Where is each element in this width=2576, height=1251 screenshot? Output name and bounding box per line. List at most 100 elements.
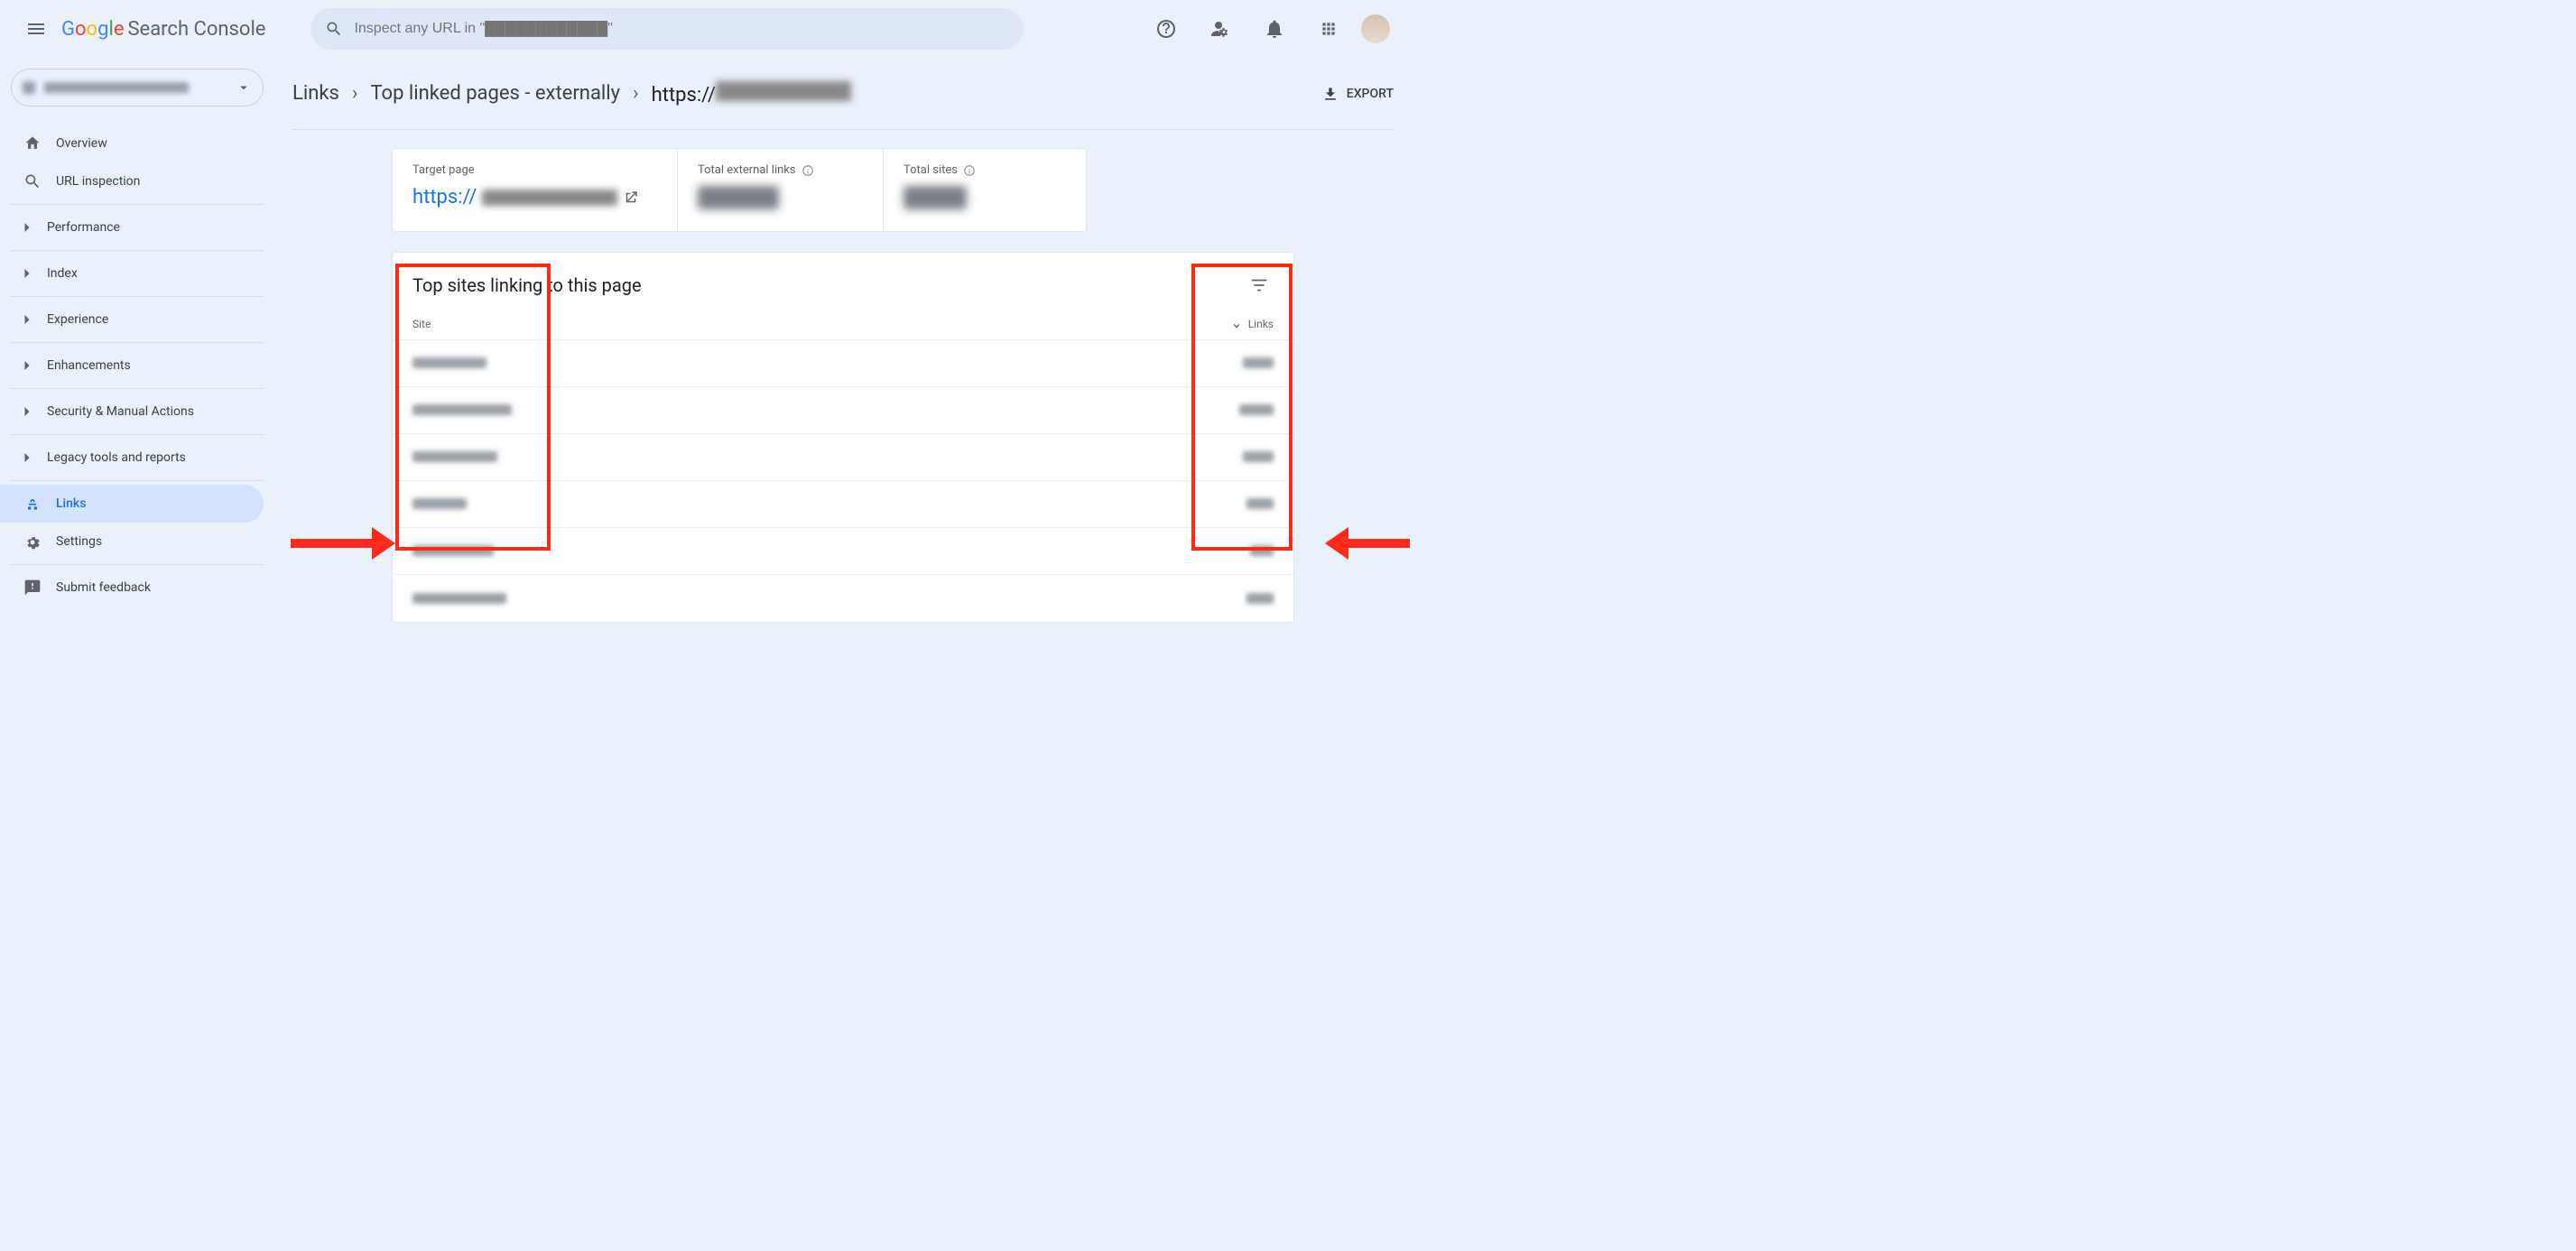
home-icon (23, 134, 42, 153)
table-row[interactable] (393, 575, 1293, 622)
table-row[interactable] (393, 434, 1293, 481)
breadcrumb-current: https:// (652, 81, 851, 107)
users-button[interactable] (1199, 7, 1242, 51)
sidebar-item-label: Links (56, 496, 86, 511)
breadcrumb-links[interactable]: Links (292, 82, 339, 105)
arrow-down-icon (1230, 318, 1243, 330)
page-header: Links › Top linked pages - externally › … (292, 58, 1394, 130)
help-icon (1155, 18, 1177, 40)
main-content: Links › Top linked pages - externally › … (271, 58, 1404, 684)
chevron-right-icon (18, 357, 36, 375)
user-gear-icon (1209, 18, 1231, 40)
card-label: Total external links (698, 163, 863, 177)
table-row[interactable] (393, 340, 1293, 387)
sidebar-item-label: URL inspection (56, 174, 140, 189)
breadcrumb: Links › Top linked pages - externally › … (292, 81, 851, 107)
feedback-icon (23, 579, 42, 597)
breadcrumb-top-linked[interactable]: Top linked pages - externally (370, 82, 620, 105)
column-site[interactable]: Site (412, 318, 431, 330)
divider (11, 342, 264, 343)
table-header: Site Links (393, 309, 1293, 340)
sidebar-item-url-inspection[interactable]: URL inspection (11, 162, 264, 200)
sidebar-item-feedback[interactable]: Submit feedback (11, 569, 264, 607)
sidebar-section-enhancements[interactable]: Enhancements (11, 347, 264, 385)
chevron-right-icon (18, 310, 36, 329)
google-logo[interactable]: Google Search Console (61, 18, 265, 41)
links-cell (1246, 496, 1274, 513)
search-icon (325, 20, 343, 38)
links-icon (23, 495, 42, 513)
section-label: Index (47, 266, 78, 281)
chevron-right-icon: › (352, 82, 358, 105)
divider (11, 434, 264, 435)
filter-button[interactable] (1245, 271, 1274, 300)
site-cell (412, 355, 486, 372)
chevron-down-icon (236, 79, 252, 96)
search-input[interactable] (354, 21, 1009, 37)
external-links-value (698, 186, 863, 215)
info-icon[interactable] (963, 164, 976, 177)
menu-button[interactable] (14, 7, 58, 51)
sidebar-section-security[interactable]: Security & Manual Actions (11, 393, 264, 431)
total-sites-value (903, 186, 1066, 215)
sidebar-section-legacy[interactable]: Legacy tools and reports (11, 439, 264, 477)
links-cell (1246, 590, 1274, 607)
column-links[interactable]: Links (1230, 318, 1274, 330)
site-cell (412, 590, 506, 607)
sidebar-item-label: Submit feedback (56, 580, 151, 595)
annotation-arrow-left (291, 524, 399, 563)
account-avatar[interactable] (1361, 14, 1390, 43)
card-target-page: Target page https:// (393, 149, 678, 231)
chevron-right-icon: › (633, 82, 639, 105)
table-row[interactable] (393, 387, 1293, 434)
sidebar: Overview URL inspection Performance Inde… (0, 58, 271, 684)
help-button[interactable] (1144, 7, 1188, 51)
summary-cards: Target page https:// Total external link… (392, 148, 1087, 232)
product-name: Search Console (127, 18, 265, 41)
search-icon (23, 172, 42, 190)
annotation-arrow-right (1320, 524, 1410, 563)
sidebar-item-label: Settings (56, 534, 102, 549)
card-total-sites: Total sites (884, 149, 1086, 231)
chevron-right-icon (18, 264, 36, 283)
top-bar-actions (1144, 7, 1390, 51)
property-picker[interactable] (11, 69, 264, 107)
table-row[interactable] (393, 528, 1293, 575)
section-label: Legacy tools and reports (47, 450, 186, 465)
apps-grid-icon (1320, 20, 1338, 38)
section-label: Performance (47, 220, 120, 235)
sidebar-item-label: Overview (56, 136, 107, 151)
divider (11, 296, 264, 297)
card-label: Target page (412, 163, 657, 177)
divider (11, 564, 264, 565)
target-page-link[interactable]: https:// (412, 186, 657, 208)
download-icon (1321, 85, 1339, 103)
divider (11, 388, 264, 389)
links-cell (1243, 355, 1274, 372)
sidebar-item-overview[interactable]: Overview (11, 125, 264, 162)
filter-icon (1249, 275, 1269, 295)
site-cell (412, 496, 467, 513)
search-bar[interactable] (310, 8, 1024, 50)
apps-button[interactable] (1307, 7, 1350, 51)
chevron-right-icon (18, 403, 36, 421)
sidebar-section-experience[interactable]: Experience (11, 301, 264, 338)
info-icon[interactable] (802, 164, 814, 177)
sidebar-item-links[interactable]: Links (0, 485, 264, 523)
section-label: Security & Manual Actions (47, 404, 194, 419)
notifications-button[interactable] (1253, 7, 1296, 51)
table-body (393, 340, 1293, 622)
sidebar-section-index[interactable]: Index (11, 255, 264, 292)
sidebar-section-performance[interactable]: Performance (11, 208, 264, 246)
divider (11, 250, 264, 251)
divider (11, 204, 264, 205)
site-cell (412, 449, 497, 466)
export-button[interactable]: EXPORT (1321, 85, 1394, 103)
sidebar-item-settings[interactable]: Settings (11, 523, 264, 561)
bell-icon (1264, 18, 1285, 40)
property-name-redacted (44, 82, 189, 93)
url-redacted (716, 81, 851, 101)
panel-title: Top sites linking to this page (412, 274, 642, 296)
divider (11, 480, 264, 481)
table-row[interactable] (393, 481, 1293, 528)
